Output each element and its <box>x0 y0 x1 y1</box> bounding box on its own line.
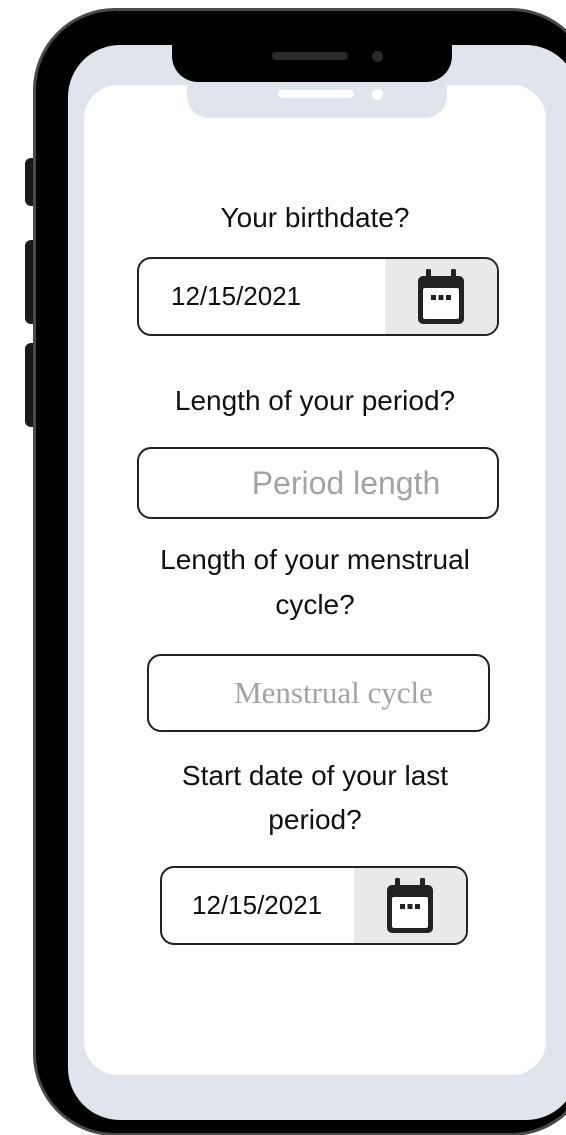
front-camera <box>372 51 383 62</box>
camera-shadow <box>372 89 383 100</box>
cycle-length-placeholder: Menstrual cycle <box>234 675 433 710</box>
last-period-label-line2: period? <box>268 804 362 835</box>
last-period-date-input[interactable]: 12/15/2021 <box>160 866 468 945</box>
period-length-placeholder: Period length <box>251 464 441 501</box>
birthdate-value: 12/15/2021 <box>171 281 302 311</box>
calendar-icon <box>387 877 433 933</box>
birthdate-label: Your birthdate? <box>220 202 410 233</box>
speaker-grille <box>272 52 348 60</box>
speaker-shadow <box>278 90 354 98</box>
cycle-length-label-line1: Length of your menstrual <box>160 544 470 575</box>
last-period-date-value: 12/15/2021 <box>192 890 323 920</box>
cycle-length-label-line2: cycle? <box>275 589 355 620</box>
cycle-length-input[interactable]: Menstrual cycle <box>147 654 490 732</box>
last-period-calendar-button[interactable] <box>354 868 466 943</box>
birthdate-input[interactable]: 12/15/2021 <box>137 257 499 336</box>
calendar-icon <box>418 268 464 324</box>
period-length-label: Length of your period? <box>174 385 456 416</box>
period-length-input[interactable]: Period length <box>137 447 499 519</box>
last-period-label-line1: Start date of your last <box>181 760 449 791</box>
phone-mockup: Your birthdate? 12/15/2021 Length of you… <box>0 0 566 1135</box>
birthdate-calendar-button[interactable] <box>385 259 497 334</box>
notch-shadow <box>187 80 447 118</box>
notch <box>172 40 452 82</box>
